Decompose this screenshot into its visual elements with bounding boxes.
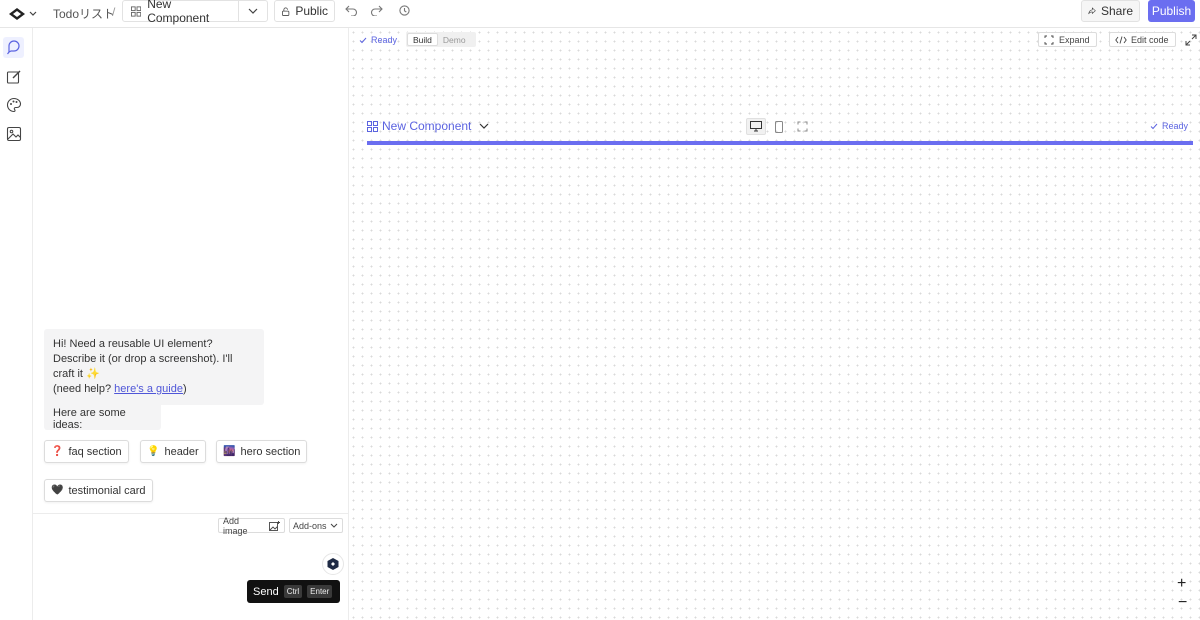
preview-header: New Component Ready xyxy=(367,117,1193,143)
preview-frame-bar xyxy=(367,141,1193,145)
breadcrumb-separator: / xyxy=(112,5,116,19)
mobile-icon xyxy=(775,120,784,133)
add-image-label: Add image xyxy=(223,515,248,536)
share-icon xyxy=(1088,7,1096,15)
chevron-down-icon xyxy=(29,11,37,16)
preview-component-selector[interactable]: New Component xyxy=(367,119,489,133)
top-bar: Todoリスト / New Component Public Share Pub… xyxy=(0,0,1200,28)
check-icon xyxy=(359,37,367,43)
hexagon-bot-icon xyxy=(327,558,339,570)
device-fullscreen[interactable] xyxy=(792,118,812,135)
assistant-message: Hi! Need a reusable UI element? Describe… xyxy=(44,329,264,405)
component-name: New Component xyxy=(147,0,210,25)
check-icon xyxy=(1150,123,1158,129)
guide-link[interactable]: here's a guide xyxy=(114,383,183,395)
idea-chip-label: header xyxy=(164,445,199,458)
chevron-down-icon xyxy=(330,523,337,528)
addons-label: Add-ons xyxy=(293,520,327,531)
build-status-label: Ready xyxy=(371,35,398,45)
expand-button[interactable]: Expand xyxy=(1038,32,1097,47)
mode-build[interactable]: Build xyxy=(407,33,438,46)
image-plus-icon xyxy=(269,520,280,531)
component-grid-icon xyxy=(131,5,142,17)
component-dropdown-toggle[interactable] xyxy=(239,8,267,14)
app-logo-menu[interactable] xyxy=(8,4,40,24)
visibility-label: Public xyxy=(295,4,328,18)
fullscreen-corners-icon xyxy=(797,121,808,132)
undo-icon[interactable] xyxy=(345,4,358,16)
publish-label: Publish xyxy=(1151,4,1192,18)
build-status: Ready xyxy=(359,35,397,45)
zoom-out-button[interactable]: − xyxy=(1178,594,1187,612)
idea-chip-label: hero section xyxy=(240,445,301,458)
rail-item-assets[interactable] xyxy=(3,123,24,144)
app-logo-icon xyxy=(9,8,25,20)
zoom-in-button[interactable]: + xyxy=(1177,575,1186,593)
addons-dropdown[interactable]: Add-ons xyxy=(289,518,343,533)
rail-item-edit[interactable] xyxy=(3,66,24,87)
preview-canvas[interactable]: Ready Build Demo Expand Edit code New Co… xyxy=(349,28,1200,620)
idea-chip-testimonial[interactable]: 🖤 testimonial card xyxy=(44,479,153,502)
share-button[interactable]: Share xyxy=(1081,0,1140,22)
edit-icon xyxy=(6,70,20,84)
component-selector[interactable]: New Component xyxy=(122,0,268,25)
component-grid-icon xyxy=(367,120,378,132)
device-mobile[interactable] xyxy=(769,118,789,135)
ideas-intro: Here are some ideas: xyxy=(53,407,126,431)
history-icon[interactable] xyxy=(398,4,411,17)
chevron-down-icon xyxy=(248,8,258,14)
image-icon xyxy=(6,126,21,141)
shortcut-enter: Enter xyxy=(307,585,333,598)
redo-icon[interactable] xyxy=(370,4,383,16)
device-desktop[interactable] xyxy=(746,118,767,135)
icon-rail xyxy=(0,28,33,620)
send-label: Send xyxy=(253,585,279,598)
idea-chip-hero[interactable]: 🌆 hero section xyxy=(216,440,308,463)
mode-demo[interactable]: Demo xyxy=(438,33,471,46)
add-image-button[interactable]: Add image xyxy=(218,515,285,536)
visibility-button[interactable]: Public xyxy=(274,0,335,22)
mode-toggle: Build Demo xyxy=(406,32,476,47)
breadcrumb-project[interactable]: Todoリスト xyxy=(53,5,115,22)
desktop-icon xyxy=(750,121,763,132)
lock-open-icon xyxy=(282,7,290,16)
rail-item-chat[interactable] xyxy=(3,37,24,58)
idea-chip-faq[interactable]: ❓ faq section xyxy=(44,440,129,463)
heart-icon: 🖤 xyxy=(51,485,64,496)
help-text-close: ) xyxy=(182,383,187,395)
preview-status-label: Ready xyxy=(1162,121,1189,131)
greeting-text: Hi! Need a reusable UI element? Describe… xyxy=(53,338,233,380)
expand-label: Expand xyxy=(1059,34,1090,45)
shortcut-ctrl: Ctrl xyxy=(283,585,303,598)
expand-icon xyxy=(1044,35,1054,44)
cityscape-icon: 🌆 xyxy=(223,446,236,457)
edit-code-button[interactable]: Edit code xyxy=(1109,32,1176,47)
preview-component-name: New Component xyxy=(382,119,472,133)
lightbulb-icon: 💡 xyxy=(147,446,160,457)
message-composer[interactable]: Add image Add-ons Send Ctrl Enter xyxy=(33,513,349,620)
chat-icon xyxy=(6,39,20,54)
chevron-down-icon xyxy=(479,123,489,129)
send-button[interactable]: Send Ctrl Enter xyxy=(247,580,340,603)
share-label: Share xyxy=(1100,4,1133,18)
help-text: (need help? xyxy=(53,383,115,395)
device-switcher xyxy=(746,117,812,136)
idea-chip-label: faq section xyxy=(68,445,122,458)
fullscreen-icon[interactable] xyxy=(1185,34,1197,46)
question-icon: ❓ xyxy=(51,446,64,457)
code-icon xyxy=(1115,35,1127,44)
palette-icon xyxy=(6,97,21,112)
component-name-area[interactable]: New Component xyxy=(123,0,239,25)
publish-button[interactable]: Publish xyxy=(1148,0,1195,22)
idea-chip-header[interactable]: 💡 header xyxy=(140,440,206,463)
chat-panel: Hi! Need a reusable UI element? Describe… xyxy=(33,28,349,620)
edit-code-label: Edit code xyxy=(1131,34,1169,45)
ideas-message: Here are some ideas: xyxy=(44,400,161,431)
idea-chip-label: testimonial card xyxy=(68,484,146,497)
preview-status: Ready xyxy=(1150,121,1188,131)
rail-item-theme[interactable] xyxy=(3,94,24,115)
assistant-avatar[interactable] xyxy=(322,553,344,575)
